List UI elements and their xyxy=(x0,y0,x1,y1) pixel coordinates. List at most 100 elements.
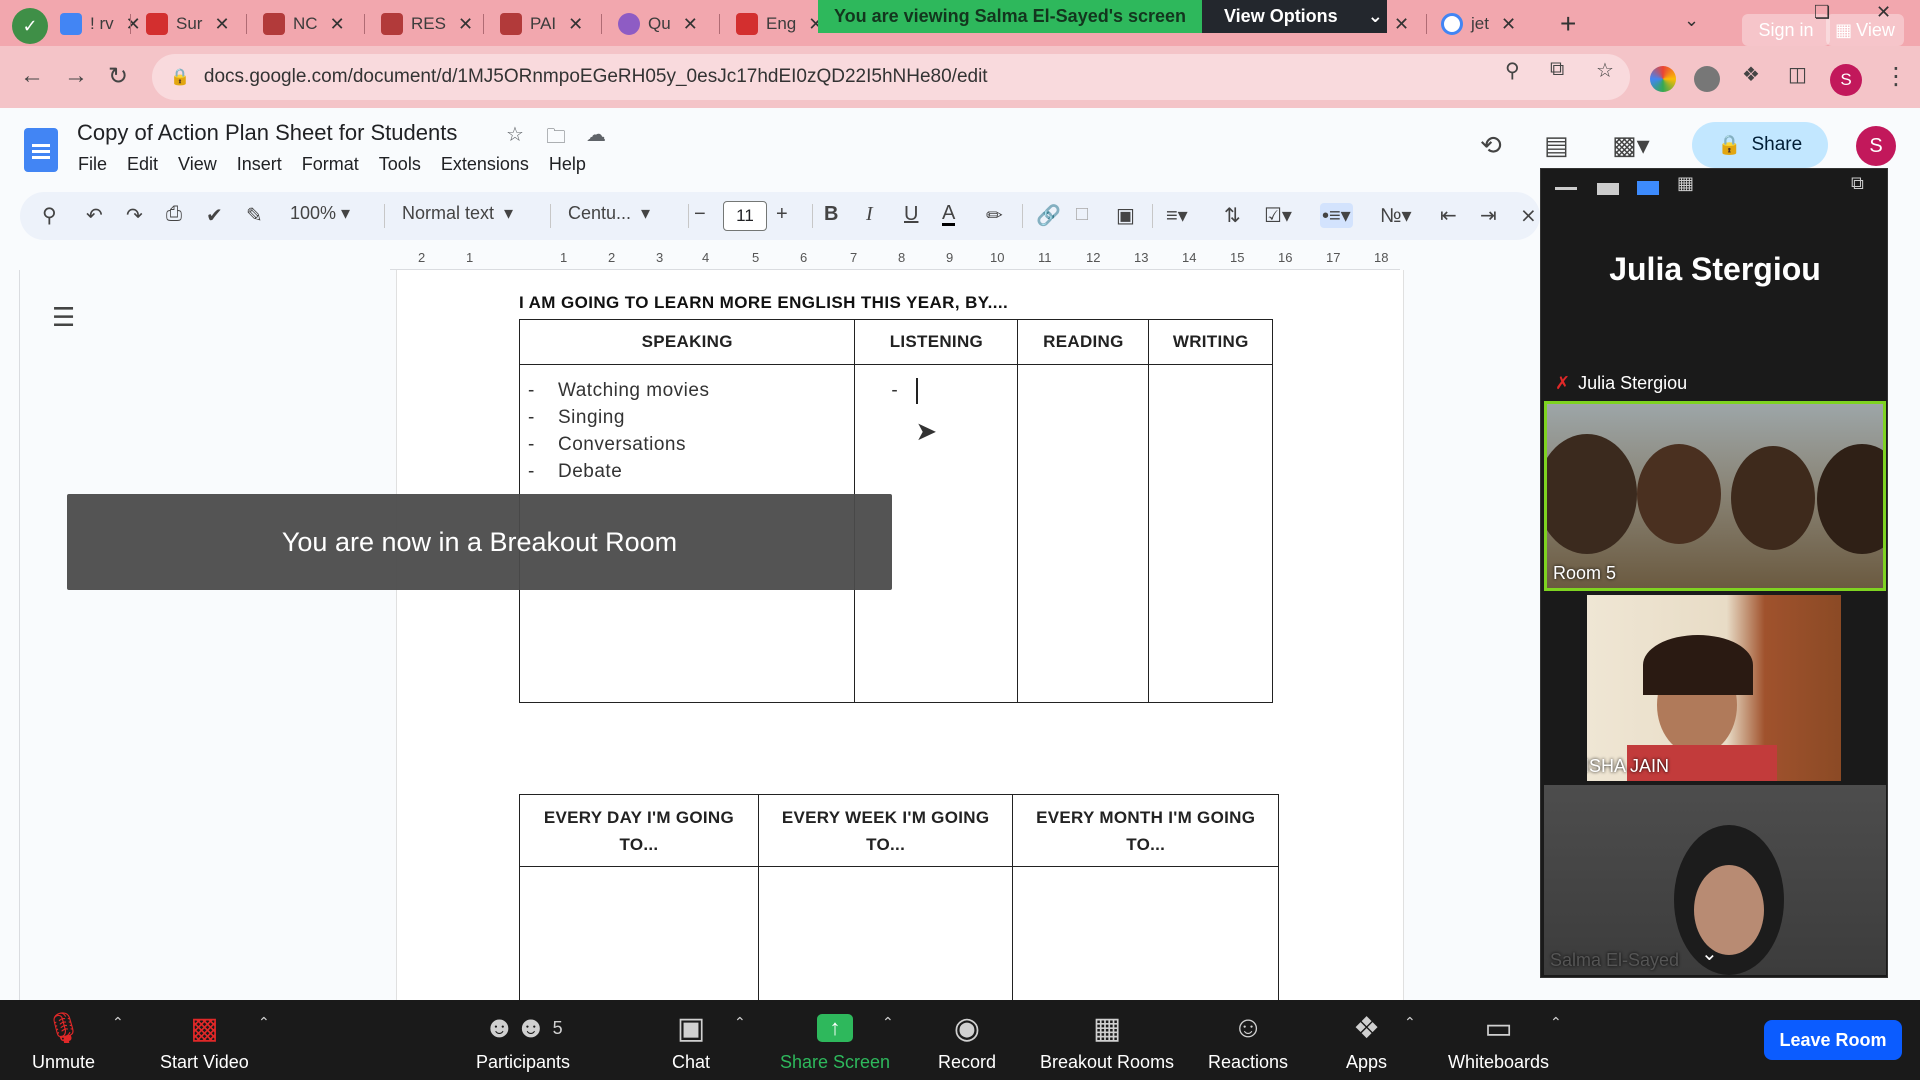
speaker-view-icon[interactable] xyxy=(1597,183,1619,195)
comments-icon[interactable]: ▤ xyxy=(1544,130,1569,161)
bookmark-star-icon[interactable]: ☆ xyxy=(1596,58,1614,83)
close-icon[interactable]: ✕ xyxy=(683,14,698,35)
weekly-plan-cell[interactable] xyxy=(757,866,1014,1007)
view-button[interactable]: ▦ View xyxy=(1826,14,1904,46)
paint-format-icon[interactable]: ✎ xyxy=(246,203,263,228)
browser-tab[interactable]: Qu ✕ xyxy=(618,6,698,42)
star-icon[interactable]: ☆ xyxy=(506,122,524,147)
share-page-icon[interactable]: ⧉ xyxy=(1550,58,1564,81)
plans-table[interactable]: EVERY DAY I'M GOING TO... EVERY WEEK I'M… xyxy=(519,794,1279,1007)
print-icon[interactable]: ⎙ xyxy=(166,203,182,226)
chevron-up-icon[interactable]: ⌃ xyxy=(112,1014,124,1031)
shield-icon[interactable]: ✓ xyxy=(12,8,48,44)
highlight-color-icon[interactable]: ✏ xyxy=(986,203,1003,228)
start-video-button[interactable]: ▩ Start Video xyxy=(160,1008,249,1073)
browser-tab[interactable]: Sur ✕ xyxy=(146,6,230,42)
new-tab-icon[interactable]: + xyxy=(1560,8,1576,40)
reload-icon[interactable]: ↻ xyxy=(108,62,128,91)
horizontal-ruler[interactable]: 2 1 1 2 3 4 5 6 7 8 9 10 11 12 13 14 15 … xyxy=(390,248,1400,270)
address-bar[interactable]: 🔒 docs.google.com/document/d/1MJ5ORnmpoE… xyxy=(152,54,1630,100)
video-tile-participant[interactable]: KENISHA JAIN xyxy=(1587,595,1841,781)
whiteboards-button[interactable]: ▭ Whiteboards xyxy=(1448,1008,1549,1073)
paragraph-style-select[interactable]: Normal text ▾ xyxy=(402,203,513,224)
back-arrow-icon[interactable]: ← xyxy=(20,62,44,90)
share-screen-button[interactable]: ↑ Share Screen xyxy=(780,1008,890,1073)
decrease-indent-icon[interactable]: ⇤ xyxy=(1440,203,1457,228)
undo-icon[interactable]: ↶ xyxy=(86,203,103,228)
monthly-plan-cell[interactable] xyxy=(1012,866,1279,1007)
apps-button[interactable]: ❖ Apps xyxy=(1346,1008,1387,1073)
close-window-icon[interactable]: ✕ xyxy=(1876,2,1891,23)
redo-icon[interactable]: ↷ xyxy=(126,203,143,228)
document-outline-icon[interactable]: ☰ xyxy=(52,302,75,333)
breakout-rooms-button[interactable]: ▦ Breakout Rooms xyxy=(1040,1008,1174,1073)
side-panel-icon[interactable]: ◫ xyxy=(1788,62,1807,87)
insert-image-icon[interactable]: ▣ xyxy=(1116,203,1135,228)
clear-formatting-icon[interactable]: ⨯ xyxy=(1520,203,1537,228)
decrease-font-size-icon[interactable]: − xyxy=(694,203,706,226)
more-menu-icon[interactable]: ⋮ xyxy=(1884,62,1908,91)
browser-tab[interactable]: PAI ✕ xyxy=(500,6,583,42)
checklist-icon[interactable]: ☑▾ xyxy=(1264,203,1292,228)
reactions-button[interactable]: ☺ Reactions xyxy=(1208,1008,1288,1073)
document-title[interactable]: Copy of Action Plan Sheet for Students xyxy=(77,120,457,146)
align-left-icon[interactable]: ≡▾ xyxy=(1166,203,1188,228)
daily-plan-cell[interactable] xyxy=(519,866,759,1007)
bold-icon[interactable]: B xyxy=(824,203,838,226)
zoom-select[interactable]: 100% ▾ xyxy=(290,203,350,224)
text-color-icon[interactable]: A xyxy=(942,203,956,226)
chevron-down-icon[interactable]: ⌄ xyxy=(1701,941,1718,966)
close-icon[interactable]: ✕ xyxy=(1394,14,1409,35)
view-options-button[interactable]: View Options ⌄ xyxy=(1202,0,1387,33)
restore-window-icon[interactable]: ❏ xyxy=(1814,2,1830,23)
browser-tab[interactable]: ! rv ✕ xyxy=(60,6,141,42)
reading-cell[interactable] xyxy=(1017,364,1150,703)
forward-arrow-icon[interactable]: → xyxy=(64,62,88,90)
tab-search-chevron-icon[interactable]: ⌄ xyxy=(1684,10,1699,31)
meet-camera-icon[interactable]: ▩▾ xyxy=(1612,130,1650,161)
move-folder-icon[interactable]: 🗀 xyxy=(546,122,566,156)
writing-cell[interactable] xyxy=(1148,364,1273,703)
minimize-icon[interactable] xyxy=(1555,187,1577,190)
participants-button[interactable]: ☻☻ 5 Participants xyxy=(476,1008,570,1073)
browser-tab[interactable]: RES ✕ xyxy=(381,6,473,42)
underline-icon[interactable]: U xyxy=(904,203,918,226)
insert-comment-icon[interactable]: □ xyxy=(1076,203,1088,226)
close-icon[interactable]: ✕ xyxy=(214,14,229,35)
google-docs-icon[interactable] xyxy=(24,128,58,172)
close-icon[interactable]: ✕ xyxy=(458,14,473,35)
browser-tab[interactable]: jet ✕ xyxy=(1441,6,1516,42)
menu-edit[interactable]: Edit xyxy=(127,154,158,175)
video-tile-room[interactable]: Room 5 xyxy=(1544,401,1886,591)
close-icon[interactable]: ✕ xyxy=(1501,14,1516,35)
chevron-up-icon[interactable]: ⌃ xyxy=(882,1014,894,1031)
menu-view[interactable]: View xyxy=(178,154,217,175)
chevron-up-icon[interactable]: ⌃ xyxy=(258,1014,270,1031)
chevron-up-icon[interactable]: ⌃ xyxy=(1404,1014,1416,1031)
extension-icon[interactable] xyxy=(1694,66,1720,92)
strip-view-icon[interactable] xyxy=(1637,181,1659,195)
browser-tab[interactable]: Eng ✕ xyxy=(736,6,823,42)
puzzle-extensions-icon[interactable]: ❖ xyxy=(1742,62,1760,87)
close-icon[interactable]: ✕ xyxy=(568,14,583,35)
font-family-select[interactable]: Centu... ▾ xyxy=(568,203,650,224)
zoom-magnifier-icon[interactable]: ⚲ xyxy=(1505,58,1520,83)
video-gallery-panel[interactable]: ▦ ⧉ Julia Stergiou ✗ Julia Stergiou Room… xyxy=(1540,168,1888,978)
close-icon[interactable]: ✕ xyxy=(126,14,141,35)
browser-tab[interactable]: ✕ xyxy=(1394,6,1409,42)
menu-format[interactable]: Format xyxy=(302,154,359,175)
italic-icon[interactable]: I xyxy=(866,203,873,226)
search-menus-icon[interactable]: ⚲ xyxy=(42,203,57,228)
browser-profile-avatar[interactable]: S xyxy=(1830,64,1862,96)
spellcheck-icon[interactable]: ✔ xyxy=(206,203,223,228)
line-spacing-icon[interactable]: ⇅ xyxy=(1224,203,1241,228)
account-avatar[interactable]: S xyxy=(1856,126,1896,166)
increase-font-size-icon[interactable]: + xyxy=(776,203,788,226)
pop-out-icon[interactable]: ⧉ xyxy=(1851,173,1873,193)
numbered-list-icon[interactable]: №▾ xyxy=(1380,203,1412,228)
vertical-ruler[interactable] xyxy=(0,270,20,1000)
chevron-up-icon[interactable]: ⌃ xyxy=(734,1014,746,1031)
leave-room-button[interactable]: Leave Room xyxy=(1764,1020,1902,1060)
increase-indent-icon[interactable]: ⇥ xyxy=(1480,203,1497,228)
bulleted-list-icon[interactable]: •≡▾ xyxy=(1320,203,1353,228)
